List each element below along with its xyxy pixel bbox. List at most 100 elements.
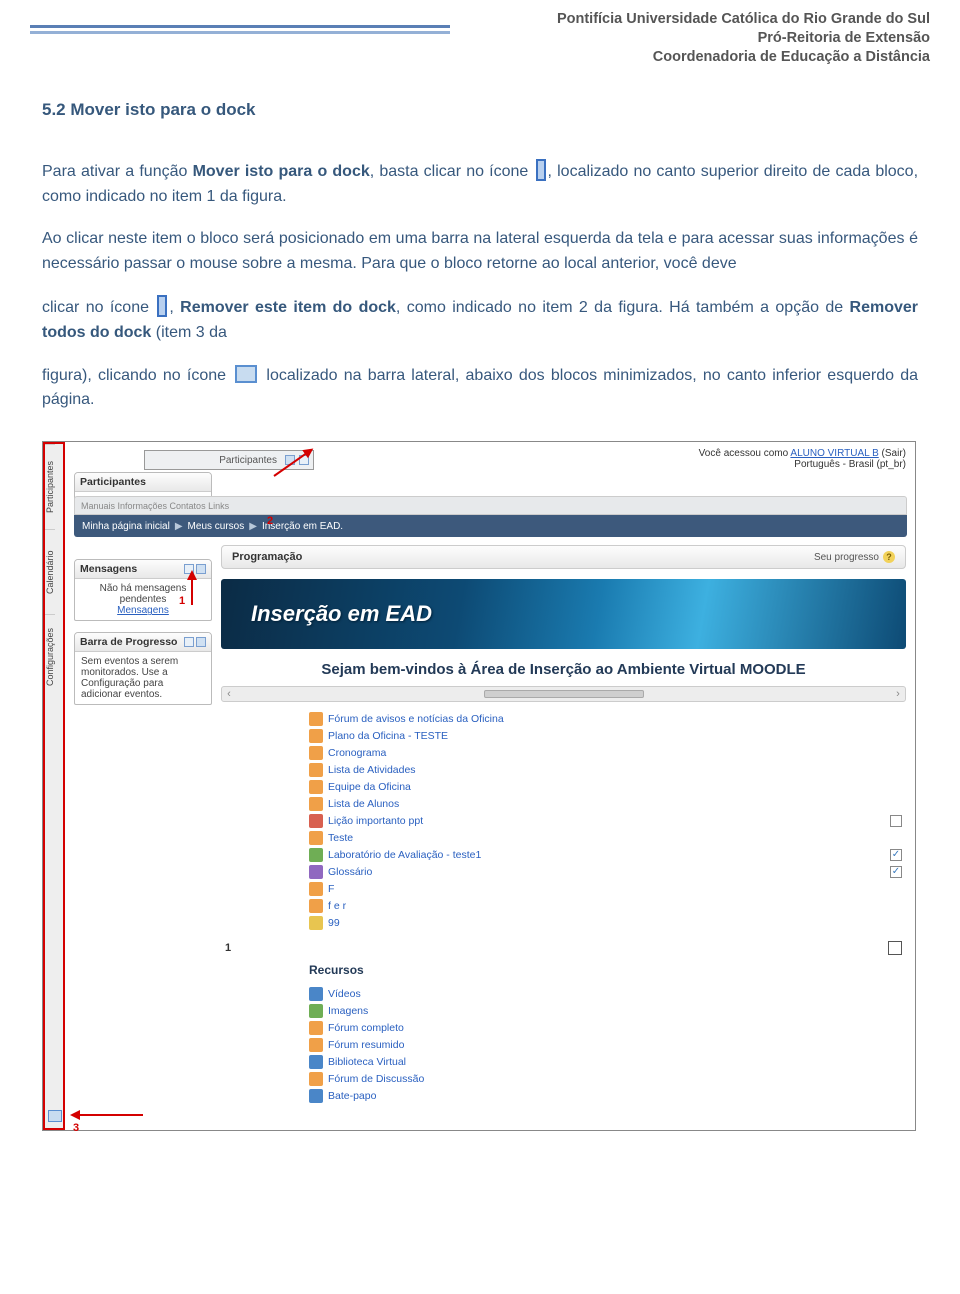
language-selector[interactable]: Português - Brasil (pt_br): [699, 459, 906, 470]
resource-label[interactable]: F: [328, 883, 334, 895]
resource-icon: [309, 1072, 323, 1086]
resource-row[interactable]: Equipe da Oficina: [309, 778, 906, 795]
resource-row[interactable]: Lição importanto ppt: [309, 812, 906, 829]
resource-row[interactable]: f e r: [309, 897, 906, 914]
dock-remove-all-icon[interactable]: [48, 1110, 62, 1122]
section-number: 1: [225, 942, 231, 954]
resource-label[interactable]: Cronograma: [328, 747, 386, 759]
login-prefix: Você acessou como: [699, 448, 791, 459]
welcome-heading: Sejam bem-vindos à Área de Inserção ao A…: [221, 661, 906, 678]
resource-label[interactable]: Fórum de Discussão: [328, 1073, 424, 1085]
remove-all-dock-icon: [235, 365, 257, 383]
paragraph-3: clicar no ícone , Remover este item do d…: [42, 295, 918, 346]
resource-row[interactable]: F: [309, 880, 906, 897]
resource-label[interactable]: Vídeos: [328, 988, 361, 1000]
block-progresso-header: Barra de Progresso: [75, 633, 211, 652]
resource-row[interactable]: Cronograma: [309, 744, 906, 761]
horizontal-scrollbar[interactable]: ‹ ›: [221, 686, 906, 702]
resource-label[interactable]: Imagens: [328, 1005, 368, 1017]
completion-checkbox[interactable]: [890, 866, 902, 878]
dock-block-icon[interactable]: [196, 564, 206, 574]
completion-checkbox[interactable]: [890, 849, 902, 861]
dock-block-icon[interactable]: [196, 637, 206, 647]
header-rule-2: [30, 31, 450, 34]
scroll-right-icon[interactable]: ›: [891, 688, 905, 700]
dock-item-configuracoes[interactable]: Configurações: [45, 614, 55, 699]
scroll-thumb[interactable]: [484, 690, 644, 698]
bc-sep1: ▶: [175, 521, 183, 532]
resource-label[interactable]: 99: [328, 917, 340, 929]
user-link[interactable]: ALUNO VIRTUAL B: [790, 448, 878, 459]
dock-item-participantes[interactable]: Participantes: [45, 444, 55, 529]
resource-row[interactable]: Plano da Oficina - TESTE: [309, 727, 906, 744]
dock-item-calendario[interactable]: Calendário: [45, 529, 55, 614]
block-mensagens-title: Mensagens: [80, 563, 137, 575]
resource-icon: [309, 729, 323, 743]
logout-suffix[interactable]: (Sair): [879, 448, 906, 459]
resource-label[interactable]: Glossário: [328, 866, 372, 878]
block-progresso-title: Barra de Progresso: [80, 636, 177, 648]
scroll-left-icon[interactable]: ‹: [222, 688, 236, 700]
resource-row[interactable]: Laboratório de Avaliação - teste1: [309, 846, 906, 863]
resource-label[interactable]: Laboratório de Avaliação - teste1: [328, 849, 481, 861]
resource-icon: [309, 797, 323, 811]
collapse-icon[interactable]: [184, 637, 194, 647]
screenshot-main: Participantes Você acessou como ALUNO VI…: [69, 445, 912, 1127]
header-rule-1: [30, 25, 450, 28]
nav-tabs-row[interactable]: Manuais Informações Contatos Links: [74, 496, 907, 515]
resource-label[interactable]: Fórum completo: [328, 1022, 404, 1034]
block-progresso: Barra de Progresso Sem eventos a serem m…: [74, 632, 212, 705]
help-icon[interactable]: ?: [883, 551, 895, 563]
resource-row[interactable]: Lista de Atividades: [309, 761, 906, 778]
banner-title: Inserção em EAD: [251, 601, 432, 627]
resource-row[interactable]: Fórum de Discussão: [309, 1070, 906, 1087]
resource-row[interactable]: Fórum completo: [309, 1019, 906, 1036]
paragraph-2: Ao clicar neste item o bloco será posici…: [42, 227, 918, 277]
resource-row[interactable]: Fórum de avisos e notícias da Oficina: [309, 710, 906, 727]
resource-row[interactable]: Bate-papo: [309, 1087, 906, 1104]
resource-icon: [309, 746, 323, 760]
function-name-2: Remover este item do dock: [180, 299, 396, 316]
breadcrumb-home[interactable]: Minha página inicial: [82, 521, 170, 532]
page-header: Pontifícia Universidade Católica do Rio …: [0, 0, 960, 67]
resource-row[interactable]: 99: [309, 914, 906, 931]
resource-label[interactable]: Lição importanto ppt: [328, 815, 423, 827]
mensagens-link[interactable]: Mensagens: [117, 605, 169, 616]
resource-label[interactable]: Lista de Alunos: [328, 798, 399, 810]
resource-label[interactable]: Biblioteca Virtual: [328, 1056, 406, 1068]
section-title: 5.2 Mover isto para o dock: [42, 97, 918, 123]
resource-row[interactable]: Glossário: [309, 863, 906, 880]
resource-icon: [309, 1089, 323, 1103]
resource-label[interactable]: Equipe da Oficina: [328, 781, 411, 793]
resource-label[interactable]: Bate-papo: [328, 1090, 376, 1102]
resource-row[interactable]: Teste: [309, 829, 906, 846]
block-participantes-title: Participantes: [80, 476, 146, 488]
p1-text-b: , basta clicar no ícone: [370, 163, 534, 180]
resource-row[interactable]: Vídeos: [309, 985, 906, 1002]
function-name-1: Mover isto para o dock: [193, 163, 370, 180]
breadcrumb-courses[interactable]: Meus cursos: [188, 521, 245, 532]
breadcrumb-course[interactable]: Inserção em EAD.: [262, 521, 343, 532]
paragraph-1: Para ativar a função Mover isto para o d…: [42, 159, 918, 210]
p3-text-c: (item 3 da: [151, 324, 227, 341]
resource-icon: [309, 987, 323, 1001]
resource-label[interactable]: Plano da Oficina - TESTE: [328, 730, 448, 742]
recursos-title: Recursos: [309, 963, 906, 977]
resource-icon: [309, 1021, 323, 1035]
resource-label[interactable]: Fórum resumido: [328, 1039, 404, 1051]
resource-label[interactable]: Teste: [328, 832, 353, 844]
resource-label[interactable]: Fórum de avisos e notícias da Oficina: [328, 713, 504, 725]
progress-label: Seu progresso: [814, 552, 879, 563]
callout-1: 1: [179, 595, 185, 607]
resource-row[interactable]: Fórum resumido: [309, 1036, 906, 1053]
resource-row[interactable]: Biblioteca Virtual: [309, 1053, 906, 1070]
section-toggle-icon[interactable]: [888, 941, 902, 955]
resource-label[interactable]: f e r: [328, 900, 346, 912]
completion-checkbox[interactable]: [890, 815, 902, 827]
resource-icon: [309, 899, 323, 913]
resource-row[interactable]: Lista de Alunos: [309, 795, 906, 812]
resource-icon: [309, 780, 323, 794]
resource-label[interactable]: Lista de Atividades: [328, 764, 416, 776]
moodle-screenshot: Participantes Calendário Configurações 3…: [42, 441, 916, 1131]
resource-row[interactable]: Imagens: [309, 1002, 906, 1019]
